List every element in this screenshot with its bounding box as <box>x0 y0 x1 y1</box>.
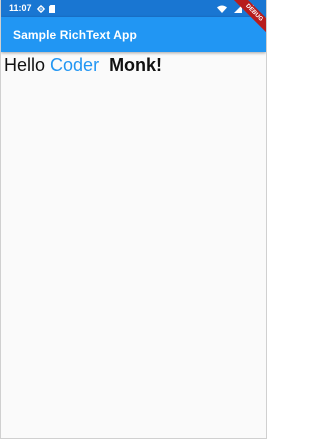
gear-icon <box>36 4 45 13</box>
status-time: 11:07 <box>9 3 32 13</box>
phone-screen: 11:07 Sample RichText App DEBUG Hello Co… <box>0 0 267 439</box>
rich-text-monk: Monk! <box>99 55 163 75</box>
sd-card-icon <box>48 4 55 13</box>
app-bar: Sample RichText App <box>1 17 266 52</box>
rich-text: Hello Coder Monk! <box>4 54 162 76</box>
status-bar: 11:07 <box>1 0 266 17</box>
page-body: Hello Coder Monk! <box>1 52 266 439</box>
rich-text-hello: Hello <box>4 55 51 75</box>
app-bar-title: Sample RichText App <box>13 27 137 42</box>
rich-text-coder: Coder <box>50 55 100 75</box>
wifi-icon <box>217 5 227 13</box>
